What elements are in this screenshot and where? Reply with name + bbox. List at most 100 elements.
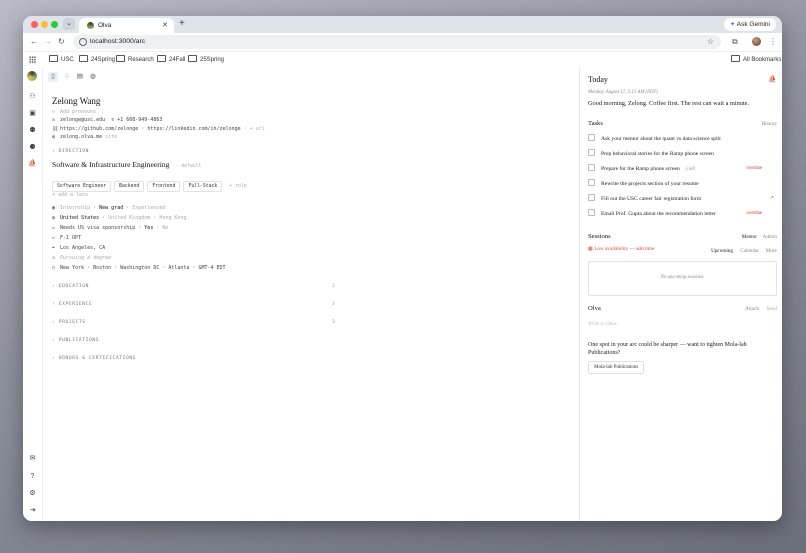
external-link-icon[interactable]: ↗ <box>770 194 774 204</box>
user-add-icon[interactable]: ⚈ <box>27 143 38 153</box>
task-checkbox[interactable] <box>588 194 595 201</box>
address-bar[interactable]: i localhost:3000/arc ☆ <box>73 35 721 49</box>
website-link[interactable]: zelong.olva.me <box>60 134 102 140</box>
briefcase-icon[interactable]: ▣ <box>27 109 38 119</box>
role-title[interactable]: Software & Infrastructure Engineering · d… <box>52 159 201 172</box>
timezone-line[interactable]: ◷ New York · Boston · Washington DC · Atl… <box>52 264 226 272</box>
globe-icon[interactable]: ◍ <box>88 72 98 82</box>
site-info-icon[interactable]: i <box>79 38 87 46</box>
extensions-puzzle-icon[interactable]: ⧉ <box>732 36 738 48</box>
settings-gear-icon[interactable]: ⚙ <box>27 489 38 499</box>
sponsorship-no[interactable]: No <box>162 225 168 231</box>
link-icon: ⛓ <box>52 126 59 132</box>
bookmark-folder-research[interactable]: Research <box>116 55 154 65</box>
pronouns-line[interactable]: ⚇ Add pronouns <box>52 108 96 116</box>
add-role-button[interactable]: + role <box>225 182 250 191</box>
phone-text[interactable]: +1 608-949-4863 <box>117 117 162 123</box>
task-item[interactable]: Prepare for the Ramp phone screen 3 left… <box>588 164 776 174</box>
apps-grid-icon[interactable] <box>29 56 36 63</box>
visa-line[interactable]: ▭ F-1 OPT <box>52 234 81 242</box>
inbox-icon[interactable]: ✉ <box>27 454 38 464</box>
task-checkbox[interactable] <box>588 164 595 171</box>
bookmark-folder-usc[interactable]: USC <box>49 55 74 65</box>
location-line[interactable]: ⌖ Los Angeles, CA <box>52 244 105 252</box>
country-option-hk[interactable]: Hong Kong <box>159 215 186 221</box>
olva-logo-icon[interactable] <box>27 71 37 81</box>
task-item[interactable]: Ask your mentor about the quant vs data … <box>588 134 776 144</box>
send-button[interactable]: Send <box>767 305 777 314</box>
education-section-header[interactable]: › EDUCATION 2 <box>52 283 335 291</box>
country-option-uk[interactable]: United Kingdom <box>108 215 150 221</box>
level-option-experienced[interactable]: Experienced <box>132 205 165 211</box>
admin-toggle[interactable]: Admin <box>763 233 777 242</box>
attach-button[interactable]: Attach <box>745 305 759 314</box>
sailboat-icon[interactable]: ⛵ <box>27 159 38 169</box>
bookmark-folder-25spring[interactable]: 25Spring <box>188 55 224 65</box>
close-window-button[interactable] <box>31 21 38 28</box>
history-link[interactable]: History <box>761 120 777 129</box>
add-url-button[interactable]: + url <box>250 126 265 132</box>
task-checkbox[interactable] <box>588 149 595 156</box>
add-lens-button[interactable]: + add a lens <box>52 191 88 199</box>
mentor-toggle[interactable]: Mentor <box>742 233 757 242</box>
session-tab-calendar[interactable]: Calendar <box>740 247 759 256</box>
level-option-new-grad[interactable]: New grad <box>99 205 123 211</box>
profile-name[interactable]: Zelong Wang <box>52 95 100 107</box>
zoom-window-button[interactable] <box>51 21 58 28</box>
bookmark-folder-24spring[interactable]: 24Spring <box>79 55 115 65</box>
logout-icon[interactable]: ⇥ <box>27 506 38 516</box>
browser-tab[interactable]: Olva ✕ <box>79 18 174 33</box>
experience-section-header[interactable]: › EXPERIENCE 3 <box>52 301 335 309</box>
minimize-window-button[interactable] <box>41 21 48 28</box>
task-checkbox[interactable] <box>588 134 595 141</box>
ask-gemini-button[interactable]: ✦ Ask Gemini <box>723 18 776 31</box>
forward-arrow-icon[interactable]: → <box>44 36 52 48</box>
session-tab-more[interactable]: More <box>766 247 777 256</box>
session-tab-upcoming[interactable]: Upcoming <box>711 247 733 256</box>
task-item[interactable]: Email Prof. Gupta about the recommendati… <box>588 209 776 219</box>
task-item[interactable]: Fill out the USC career fair registratio… <box>588 194 776 204</box>
low-availability-text: Low availability — add time <box>594 246 655 252</box>
chat-input[interactable]: Write to Olva... <box>588 320 620 329</box>
honors-section-header[interactable]: › HONORS & CERTIFICATIONS <box>52 355 136 363</box>
document-view-icon[interactable]: ▯ <box>48 72 58 82</box>
tab-search-chevron-icon[interactable]: ⌄ <box>63 18 75 30</box>
all-bookmarks[interactable]: All Bookmarks <box>731 55 781 65</box>
bookmark-folder-24fall[interactable]: 24Fall <box>157 55 185 65</box>
task-checkbox[interactable] <box>588 209 595 216</box>
low-availability-link[interactable]: ▦ Low availability — add time <box>588 245 654 254</box>
sponsorship-yes[interactable]: Yes <box>144 225 153 231</box>
task-checkbox[interactable] <box>588 179 595 186</box>
people-icon[interactable]: ⚉ <box>27 126 38 136</box>
email-text[interactable]: zelongw@usc.edu <box>60 117 105 123</box>
publications-section-header[interactable]: › PUBLICATIONS <box>52 337 99 345</box>
new-tab-plus-icon[interactable]: + <box>179 17 185 31</box>
role-chip[interactable]: Backend <box>114 181 145 192</box>
role-chip[interactable]: Full-Stack <box>183 181 223 192</box>
help-icon[interactable]: ? <box>27 472 38 482</box>
task-item[interactable]: Prep behavioral stories for the Ramp pho… <box>588 149 776 159</box>
sailboat-icon[interactable]: ⛵ <box>768 75 777 83</box>
url-text[interactable]: localhost:3000/arc <box>90 36 145 48</box>
browser-profile-avatar[interactable] <box>752 37 761 46</box>
country-option-us[interactable]: United States <box>60 215 99 221</box>
globe-icon: ◍ <box>52 215 56 221</box>
direction-section-header[interactable]: › DIRECTION <box>52 148 89 156</box>
browser-menu-kebab-icon[interactable]: ⋮ <box>769 36 777 48</box>
globe-icon: ◍ <box>52 134 56 140</box>
back-arrow-icon[interactable]: ← <box>30 36 38 48</box>
bookmark-star-icon[interactable]: ☆ <box>707 36 714 48</box>
github-link[interactable]: https://github.com/zelonge <box>60 126 138 132</box>
file-icon[interactable]: ▤ <box>75 72 85 82</box>
projects-section-header[interactable]: › PROJECTS 3 <box>52 319 335 327</box>
profile-person-icon[interactable]: ⚇ <box>27 92 38 102</box>
task-item[interactable]: Rewrite the projects section of your res… <box>588 179 776 189</box>
suggestion-pill[interactable]: Mola-lab Publications <box>588 361 645 374</box>
linkedin-link[interactable]: https://linkedin.com/in/zelonge <box>147 126 240 132</box>
degree-line[interactable]: ⌂ Pursuing a degree <box>52 254 111 262</box>
level-option-internship[interactable]: Internship <box>60 205 90 211</box>
role-chip[interactable]: Frontend <box>147 181 181 192</box>
lightbulb-icon[interactable]: ♢ <box>62 72 72 82</box>
reload-icon[interactable]: ↻ <box>58 36 65 48</box>
close-tab-icon[interactable]: ✕ <box>162 20 168 31</box>
